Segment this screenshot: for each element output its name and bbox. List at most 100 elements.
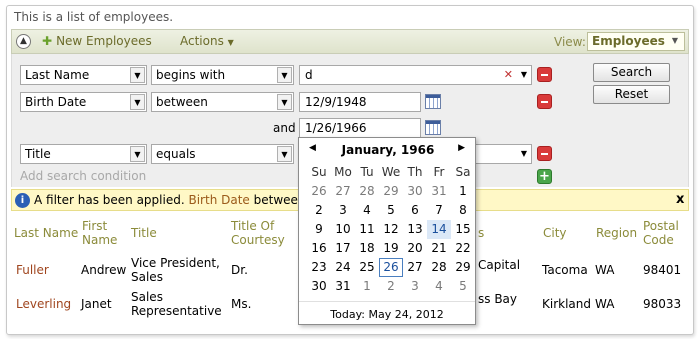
calendar-day[interactable]: 26 [379, 258, 403, 277]
header-last-name[interactable]: Last Name [14, 226, 78, 240]
calendar-day[interactable]: 22 [451, 239, 475, 258]
calendar-day[interactable]: 4 [355, 201, 379, 220]
calendar-month-title[interactable]: January, 1966 [299, 143, 477, 157]
calendar-day[interactable]: 15 [451, 220, 475, 239]
add-search-condition[interactable]: Add search condition [20, 169, 146, 183]
row-2-first-name: Janet [81, 297, 112, 311]
calendar-day[interactable]: 30 [307, 277, 331, 296]
chevron-down-icon: ▼ [130, 146, 145, 162]
filter-clear-icon[interactable]: ✕ [504, 68, 513, 81]
calendar-day[interactable]: 3 [331, 201, 355, 220]
row-2-region: WA [595, 297, 615, 311]
calendar-day[interactable]: 8 [451, 201, 475, 220]
info-icon: i [15, 193, 30, 208]
header-region[interactable]: Region [596, 226, 637, 240]
header-address[interactable]: s [478, 226, 484, 240]
condition-2-field-value: Birth Date [25, 95, 87, 109]
condition-1-operator-select[interactable]: begins with ▼ [151, 65, 294, 85]
remove-condition-1-icon[interactable] [537, 67, 552, 82]
chevron-down-icon[interactable]: ▼ [521, 70, 527, 79]
calendar-day[interactable]: 30 [403, 182, 427, 201]
new-employees-button[interactable]: ✚ New Employees [42, 34, 152, 48]
calendar-day[interactable]: 1 [355, 277, 379, 296]
condition-1-value-text: d [305, 68, 313, 82]
calendar-day[interactable]: 10 [331, 220, 355, 239]
calendar-day[interactable]: 5 [379, 201, 403, 220]
calendar-day[interactable]: 27 [331, 182, 355, 201]
calendar-day[interactable]: 25 [355, 258, 379, 277]
calendar-day[interactable]: 21 [427, 239, 451, 258]
row-1-last-name[interactable]: Fuller [16, 263, 49, 277]
header-first-name[interactable]: First Name [82, 219, 122, 247]
calendar-day[interactable]: 17 [331, 239, 355, 258]
calendar-day[interactable]: 18 [355, 239, 379, 258]
row-1-title: Vice President, Sales [131, 256, 220, 284]
next-month-icon[interactable]: ▶ [458, 143, 465, 153]
header-postal-code[interactable]: Postal Code [643, 219, 683, 247]
calendar-day[interactable]: 2 [379, 277, 403, 296]
header-city[interactable]: City [543, 226, 567, 240]
page-description: This is a list of employees. [14, 10, 174, 24]
row-2-last-name[interactable]: Leverling [16, 297, 71, 311]
header-title-of-courtesy[interactable]: Title Of Courtesy [231, 219, 295, 247]
collapse-icon[interactable]: ▲ [16, 34, 31, 49]
calendar-day[interactable]: 1 [451, 182, 475, 201]
condition-2-operator-value: between [156, 95, 208, 109]
condition-2-start-date-input[interactable]: 12/9/1948 [299, 92, 421, 112]
header-title[interactable]: Title [131, 226, 157, 240]
condition-3-operator-select[interactable]: equals ▼ [151, 144, 294, 164]
view-select-value: Employees [592, 34, 665, 48]
calendar-day[interactable]: 29 [379, 182, 403, 201]
calendar-day[interactable]: 28 [355, 182, 379, 201]
condition-2-field-select[interactable]: Birth Date ▼ [20, 92, 147, 112]
condition-1-value-input[interactable]: d ✕ ▼ [299, 65, 532, 85]
chevron-down-icon: ▼ [520, 149, 527, 158]
calendar-icon[interactable] [425, 120, 441, 135]
calendar-day[interactable]: 12 [379, 220, 403, 239]
calendar-day[interactable]: 31 [427, 182, 451, 201]
condition-1-field-select[interactable]: Last Name ▼ [20, 65, 147, 85]
calendar-day[interactable]: 2 [307, 201, 331, 220]
calendar-day[interactable]: 11 [355, 220, 379, 239]
weekday-header: Su [311, 165, 327, 179]
condition-2-end-date-input[interactable]: 1/26/1966 [299, 118, 421, 138]
condition-3-value-input[interactable]: ▼ [470, 144, 532, 164]
chevron-down-icon: ▼ [277, 146, 292, 162]
close-icon[interactable]: x [676, 192, 684, 207]
calendar-day[interactable]: 29 [451, 258, 475, 277]
calendar-day[interactable]: 20 [403, 239, 427, 258]
calendar-day[interactable]: 24 [331, 258, 355, 277]
calendar-icon[interactable] [425, 94, 441, 109]
calendar-day[interactable]: 19 [379, 239, 403, 258]
search-button[interactable]: Search [593, 63, 670, 82]
view-label: View: [554, 35, 586, 49]
calendar-day[interactable]: 27 [403, 258, 427, 277]
reset-button[interactable]: Reset [593, 85, 670, 104]
calendar-day[interactable]: 13 [403, 220, 427, 239]
calendar-day[interactable]: 7 [427, 201, 451, 220]
condition-2-operator-select[interactable]: between ▼ [151, 92, 294, 112]
actions-menu[interactable]: Actions ▼ [180, 34, 234, 48]
add-condition-icon[interactable]: + [537, 169, 552, 184]
calendar-day[interactable]: 9 [307, 220, 331, 239]
calendar-day[interactable]: 6 [403, 201, 427, 220]
condition-3-field-select[interactable]: Title ▼ [20, 144, 147, 164]
calendar-day[interactable]: 26 [307, 182, 331, 201]
calendar-day[interactable]: 28 [427, 258, 451, 277]
chevron-down-icon: ▼ [130, 94, 145, 110]
remove-condition-2-icon[interactable] [537, 94, 552, 109]
row-2-address: ss Bay [478, 292, 518, 306]
chevron-down-icon: ▼ [227, 38, 234, 47]
calendar-day[interactable]: 16 [307, 239, 331, 258]
today-link[interactable]: Today: May 24, 2012 [299, 301, 475, 321]
calendar-day[interactable]: 31 [331, 277, 355, 296]
calendar-day[interactable]: 14 [427, 220, 451, 239]
weekday-header: Th [407, 165, 423, 179]
calendar-day[interactable]: 5 [451, 277, 475, 296]
calendar-day[interactable]: 3 [403, 277, 427, 296]
calendar-day[interactable]: 4 [427, 277, 451, 296]
and-label: and [273, 121, 296, 135]
view-select[interactable]: Employees ▼ [587, 32, 685, 51]
remove-condition-3-icon[interactable] [537, 146, 552, 161]
calendar-day[interactable]: 23 [307, 258, 331, 277]
